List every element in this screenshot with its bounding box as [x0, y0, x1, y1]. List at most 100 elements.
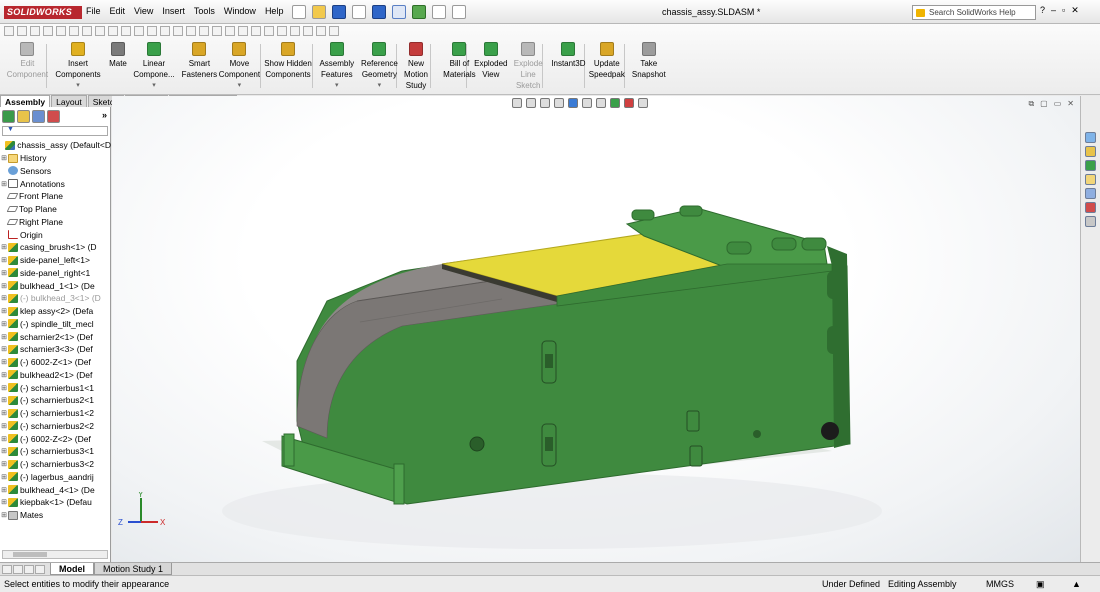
tree-item[interactable]: ⊞ (-) 6002-Z<2> (Def — [0, 432, 111, 445]
expand-toggle-icon[interactable]: ⊞ — [0, 371, 8, 379]
assembly-model[interactable] — [112, 96, 1080, 562]
reference-geometry-button[interactable]: Reference Geometry ▾ — [356, 42, 403, 91]
first-tab-icon[interactable] — [2, 565, 12, 574]
tree-item[interactable]: Front Plane — [0, 190, 111, 203]
expand-toggle-icon[interactable]: ⊞ — [0, 511, 8, 519]
tree-item[interactable]: ⊞ History — [0, 152, 111, 165]
exploded-view-button[interactable]: Exploded View — [470, 42, 512, 80]
small-toolbar-icon[interactable] — [329, 26, 339, 36]
search-results-icon[interactable] — [1085, 188, 1096, 199]
tree-item[interactable]: ⊞ (-) scharnierbus3<2 — [0, 458, 111, 471]
tree-item[interactable]: ⊞ (-) spindle_tilt_mecl — [0, 318, 111, 331]
tree-item[interactable]: ⊞ Annotations — [0, 177, 111, 190]
small-toolbar-icon[interactable] — [30, 26, 40, 36]
expand-toggle-icon[interactable]: ⊞ — [0, 269, 8, 277]
tree-item[interactable]: ⊞ bulkhead_4<1> (De — [0, 483, 111, 496]
appearances-icon[interactable] — [1085, 202, 1096, 213]
expand-toggle-icon[interactable]: ⊞ — [0, 180, 8, 188]
dropdown-arrow-icon[interactable]: ▾ — [378, 80, 382, 91]
menu-view[interactable]: View — [134, 6, 153, 16]
tree-item[interactable]: ⊞ Mates — [0, 509, 111, 522]
small-toolbar-icon[interactable] — [290, 26, 300, 36]
expand-toggle-icon[interactable]: ⊞ — [0, 409, 8, 417]
menu-tools[interactable]: Tools — [194, 6, 215, 16]
status-indicator-icon[interactable]: ▣ — [1036, 579, 1045, 590]
small-toolbar-icon[interactable] — [277, 26, 287, 36]
tree-item[interactable]: ⊞ (-) lagerbus_aandrij — [0, 471, 111, 484]
tree-item[interactable]: ⊞ (-) scharnierbus2<2 — [0, 420, 111, 433]
tree-item[interactable]: ⊞ (-) scharnierbus1<2 — [0, 407, 111, 420]
expand-toggle-icon[interactable]: ⊞ — [0, 345, 8, 353]
show-hidden-components-button[interactable]: Show Hidden Components — [262, 42, 314, 80]
tree-item[interactable]: Sensors — [0, 165, 111, 178]
expand-toggle-icon[interactable]: ⊞ — [0, 282, 8, 290]
expand-toggle-icon[interactable]: ⊞ — [0, 384, 8, 392]
dropdown-arrow-icon[interactable]: ▾ — [238, 80, 242, 91]
expand-toggle-icon[interactable]: ⊞ — [0, 396, 8, 404]
small-toolbar-icon[interactable] — [238, 26, 248, 36]
menu-window[interactable]: Window — [224, 6, 256, 16]
print-icon[interactable] — [352, 5, 366, 19]
display-manager-tab-icon[interactable] — [47, 110, 60, 123]
open-folder-icon[interactable] — [312, 5, 326, 19]
units-status[interactable]: MMGS — [986, 579, 1014, 589]
minimize-icon[interactable]: – — [1051, 5, 1056, 16]
design-library-icon[interactable] — [1085, 146, 1096, 157]
expand-toggle-icon[interactable]: ⊞ — [0, 243, 8, 251]
small-toolbar-icon[interactable] — [147, 26, 157, 36]
custom-properties-icon[interactable] — [1085, 216, 1096, 227]
tab-motion-study-1[interactable]: Motion Study 1 — [94, 563, 173, 575]
tree-item[interactable]: ⊞ (-) scharnierbus3<1 — [0, 445, 111, 458]
tree-item[interactable]: ⊞ bulkhead_1<1> (De — [0, 279, 111, 292]
small-toolbar-icon[interactable] — [95, 26, 105, 36]
tree-item[interactable]: Right Plane — [0, 216, 111, 229]
menu-edit[interactable]: Edit — [110, 6, 126, 16]
expand-toggle-icon[interactable]: ⊞ — [0, 435, 8, 443]
small-toolbar-icon[interactable] — [303, 26, 313, 36]
restore-icon[interactable]: ▫ — [1062, 5, 1065, 16]
feature-manager-tab-icon[interactable] — [2, 110, 15, 123]
explode-line-sketch-button[interactable]: Explode Line Sketch — [510, 42, 546, 91]
tree-item[interactable]: ⊞ (-) bulkhead_3<1> (D — [0, 292, 111, 305]
view-palette-icon[interactable] — [1085, 174, 1096, 185]
save-icon[interactable] — [332, 5, 346, 19]
options-icon[interactable] — [432, 5, 446, 19]
expand-toggle-icon[interactable]: ⊞ — [0, 154, 8, 162]
small-toolbar-icon[interactable] — [160, 26, 170, 36]
edit-component-button[interactable]: Edit Component — [4, 42, 51, 80]
solidworks-resources-icon[interactable] — [1085, 132, 1096, 143]
configuration-manager-tab-icon[interactable] — [32, 110, 45, 123]
expand-toggle-icon[interactable]: ⊞ — [0, 307, 8, 315]
tab-assembly[interactable]: Assembly — [0, 95, 51, 107]
small-toolbar-icon[interactable] — [225, 26, 235, 36]
tree-horizontal-scrollbar[interactable] — [2, 550, 108, 559]
small-toolbar-icon[interactable] — [212, 26, 222, 36]
dropdown-arrow-icon[interactable]: ▾ — [152, 80, 156, 91]
expand-toggle-icon[interactable]: ⊞ — [0, 256, 8, 264]
expand-toggle-icon[interactable]: ⊞ — [0, 447, 8, 455]
tree-filter-input[interactable] — [2, 126, 108, 136]
expand-toggle-icon[interactable]: ⊞ — [0, 320, 8, 328]
tab-model[interactable]: Model — [50, 563, 94, 575]
expand-toggle-icon[interactable]: ⊞ — [0, 498, 8, 506]
small-toolbar-icon[interactable] — [108, 26, 118, 36]
tree-item[interactable]: ⊞ (-) scharnierbus1<1 — [0, 381, 111, 394]
expand-toggle-icon[interactable]: ⊞ — [0, 473, 8, 481]
small-toolbar-icon[interactable] — [17, 26, 27, 36]
tree-item[interactable]: ⊞ side-panel_left<1> — [0, 254, 111, 267]
expand-toggle-icon[interactable]: ⊞ — [0, 294, 8, 302]
select-pointer-icon[interactable] — [392, 5, 406, 19]
assembly-features-button[interactable]: Assembly Features ▾ — [316, 42, 358, 91]
graphics-viewport[interactable]: ⧉ ▢ ▭ ✕ Y X Z — [112, 96, 1080, 562]
tree-item[interactable]: ⊞ (-) 6002-Z<1> (Def — [0, 356, 111, 369]
small-toolbar-icon[interactable] — [173, 26, 183, 36]
small-toolbar-icon[interactable] — [43, 26, 53, 36]
expand-toggle-icon[interactable]: ⊞ — [0, 333, 8, 341]
expand-toggle-icon[interactable]: ⊞ — [0, 486, 8, 494]
expand-panel-icon[interactable]: » — [102, 110, 107, 120]
help-search-input[interactable]: Search SolidWorks Help — [912, 5, 1036, 20]
small-toolbar-icon[interactable] — [316, 26, 326, 36]
tree-item[interactable]: ⊞ bulkhead2<1> (Def — [0, 369, 111, 382]
tree-item[interactable]: ⊞ side-panel_right<1 — [0, 267, 111, 280]
tree-item[interactable]: ⊞ scharnier3<3> (Def — [0, 343, 111, 356]
